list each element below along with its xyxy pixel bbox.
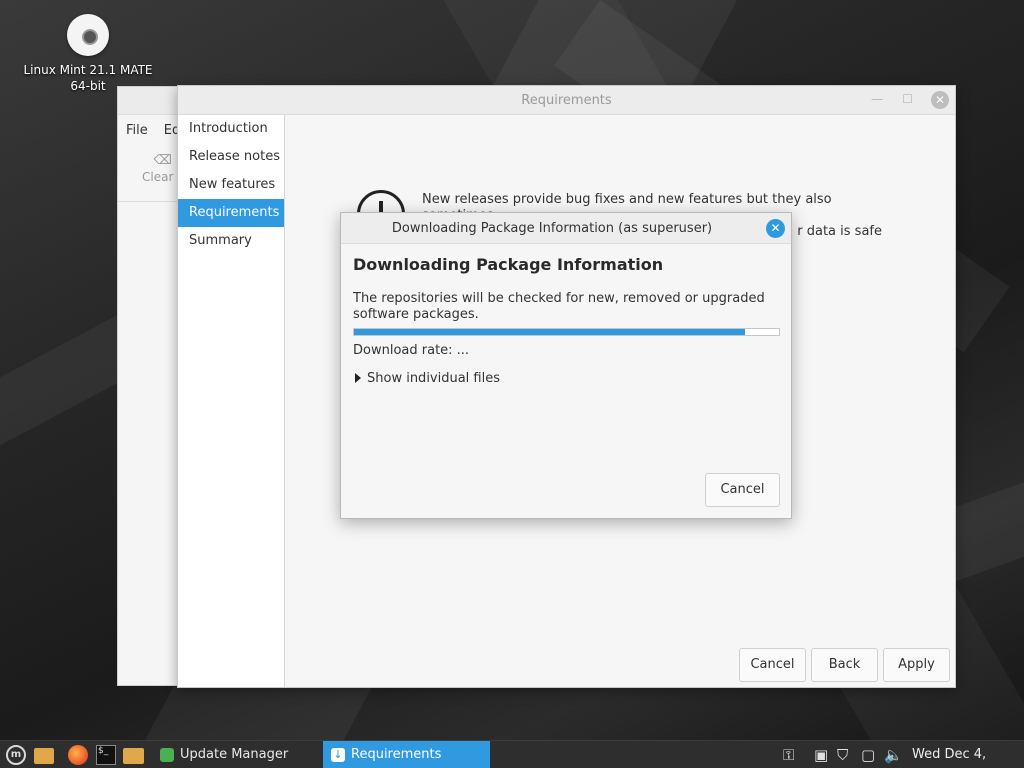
volume-icon[interactable]: 🔈 <box>884 745 903 765</box>
download-rate: Download rate: ... <box>353 343 470 358</box>
folder-icon[interactable] <box>123 748 144 764</box>
sidebar-item-new-features[interactable]: New features <box>178 171 284 199</box>
terminal-icon[interactable]: $_ <box>96 745 116 765</box>
dialog-description: The repositories will be checked for new… <box>353 291 765 322</box>
firefox-icon[interactable] <box>68 745 88 765</box>
expander-arrow-icon <box>355 373 361 383</box>
task-update-manager[interactable]: Update Manager <box>152 741 322 768</box>
sidebar-item-introduction[interactable]: Introduction <box>178 115 284 143</box>
task-requirements[interactable]: ↓ Requirements <box>323 741 490 768</box>
maximize-icon[interactable]: ☐ <box>902 92 913 106</box>
desktop-icon-linux-mint[interactable]: Linux Mint 21.1 MATE 64-bit <box>18 12 158 94</box>
key-icon[interactable]: ⚿ <box>783 745 794 765</box>
menu-file[interactable]: File <box>126 123 148 138</box>
taskbar: m $_ Update Manager ↓ Requirements ⚿ ▣ ⛉… <box>0 740 1024 768</box>
dialog-close-button[interactable]: ✕ <box>766 219 785 238</box>
progress-fill <box>354 329 745 335</box>
apply-button[interactable]: Apply <box>883 648 950 682</box>
download-icon: ↓ <box>331 748 345 762</box>
window-titlebar[interactable]: Requirements — ☐ ✕ <box>178 86 955 115</box>
window-title: Requirements <box>521 93 612 108</box>
task-update-manager-label: Update Manager <box>180 747 289 762</box>
sidebar-item-summary[interactable]: Summary <box>178 227 284 255</box>
dialog-titlebar[interactable]: Downloading Package Information (as supe… <box>341 213 791 244</box>
clipboard-icon[interactable]: ▣ <box>814 745 828 765</box>
sidebar: Introduction Release notes New features … <box>178 115 285 687</box>
progress-bar <box>353 328 780 336</box>
expander-label: Show individual files <box>367 371 501 386</box>
window-close-button[interactable]: ✕ <box>931 91 949 109</box>
dialog-heading: Downloading Package Information <box>353 255 664 274</box>
back-button[interactable]: Back <box>811 648 878 682</box>
minimize-icon[interactable]: — <box>871 92 883 106</box>
clear-button[interactable]: ⌫ Clear <box>142 153 173 184</box>
clear-icon: ⌫ <box>153 153 172 168</box>
sidebar-item-release-notes[interactable]: Release notes <box>178 143 284 171</box>
cancel-button[interactable]: Cancel <box>739 648 806 682</box>
dialog-cancel-button[interactable]: Cancel <box>705 473 780 507</box>
shield-icon <box>160 748 174 762</box>
desktop-icon-label-line1: Linux Mint 21.1 MATE <box>23 63 153 77</box>
dialog-title: Downloading Package Information (as supe… <box>391 221 713 236</box>
clear-label: Clear <box>142 170 174 184</box>
disc-icon <box>67 14 109 56</box>
download-dialog[interactable]: Downloading Package Information (as supe… <box>340 212 792 519</box>
mint-menu-icon[interactable]: m <box>6 745 26 765</box>
shield-tray-icon[interactable]: ⛉ <box>837 745 848 765</box>
files-icon[interactable] <box>34 748 54 764</box>
task-requirements-label: Requirements <box>351 747 442 762</box>
network-icon[interactable]: ▢ <box>861 745 875 765</box>
sidebar-item-requirements[interactable]: Requirements <box>178 199 284 227</box>
clock[interactable]: Wed Dec 4, 03:13 <box>912 741 1024 768</box>
show-files-expander[interactable]: Show individual files <box>355 371 500 386</box>
